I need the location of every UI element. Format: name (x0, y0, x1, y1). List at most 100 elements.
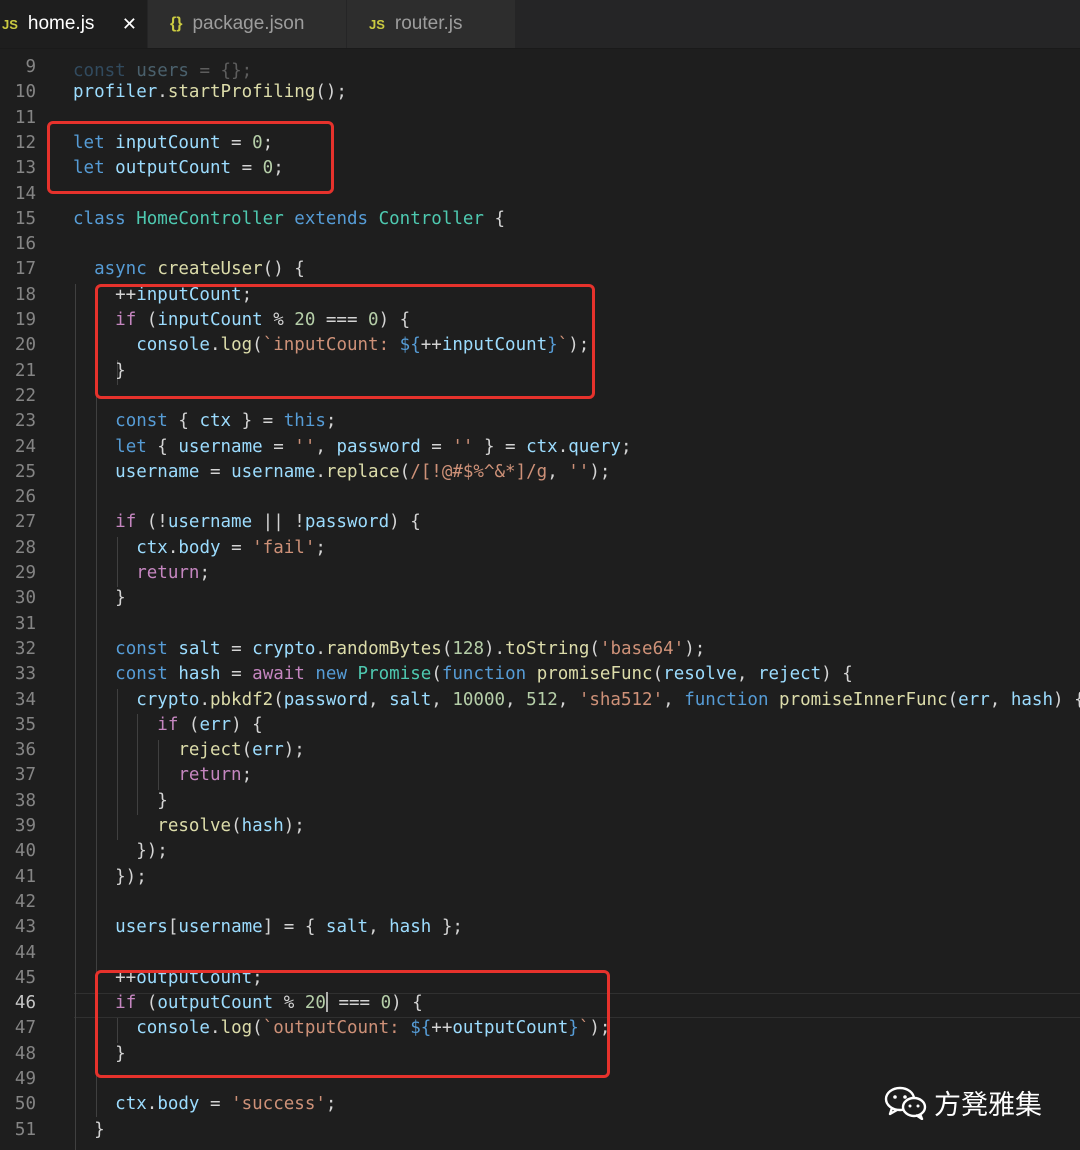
tab-package-json[interactable]: {} package.json (148, 0, 346, 48)
code-line[interactable]: 36 reject(err); (0, 738, 1080, 763)
code-line[interactable]: 17 async createUser() { (0, 257, 1080, 282)
line-code: const { ctx } = this; (115, 411, 337, 432)
code-line[interactable]: 41 }); (0, 865, 1080, 890)
line-code: }); (73, 841, 168, 862)
code-line[interactable]: 26 (0, 485, 1080, 510)
code-line[interactable]: 35 if (err) { (0, 713, 1080, 738)
code-line[interactable]: 42 (0, 890, 1080, 915)
line-number: 30 (14, 588, 36, 609)
code-line[interactable]: 24 let { username = '', password = '' } … (0, 435, 1080, 460)
line-code: reject(err); (178, 740, 305, 761)
line-code: if (err) { (157, 714, 263, 735)
line-number: 41 (14, 866, 36, 887)
line-number: 39 (14, 816, 36, 836)
line-code: ctx.body = 'success'; (115, 1094, 337, 1115)
code-line[interactable]: 23 const { ctx } = this; (0, 409, 1080, 434)
line-number: 12 (14, 132, 36, 153)
line-number: 13 (14, 158, 36, 179)
line-number: 31 (14, 613, 36, 634)
code-line[interactable]: 43 users[username] = { salt, hash }; (0, 915, 1080, 940)
line-number: 42 (14, 891, 36, 912)
line-number: 9 (25, 57, 36, 77)
line-code: const hash = await new Promise(function … (115, 664, 853, 685)
code-line[interactable]: 29 return; (0, 561, 1080, 586)
line-number: 26 (14, 487, 36, 508)
line-number: 22 (14, 385, 36, 406)
code-line[interactable]: 33 const hash = await new Promise(functi… (0, 662, 1080, 687)
tab-label: home.js (27, 13, 95, 34)
code-line[interactable]: 40 }); (0, 839, 1080, 864)
line-number: 48 (14, 1043, 36, 1064)
code-line[interactable]: 25 username = username.replace(/[!@#$%^&… (0, 460, 1080, 485)
line-code: } (73, 588, 126, 609)
json-file-icon: {} (170, 15, 183, 32)
code-line[interactable]: 37 return; (0, 763, 1080, 788)
tab-router-js[interactable]: JS router.js (347, 0, 515, 48)
code-line[interactable]: 15 class HomeController extends Controlle… (0, 207, 1080, 232)
line-number: 21 (14, 360, 36, 381)
code-line[interactable]: 44 (0, 941, 1080, 966)
line-code: return; (178, 765, 253, 786)
js-file-icon: JS (369, 16, 385, 32)
line-number: 49 (14, 1069, 36, 1089)
line-number: 37 (14, 765, 36, 786)
line-number: 38 (14, 790, 36, 811)
line-code: } (73, 790, 168, 811)
code-line[interactable]: 32 const salt = crypto.randomBytes(128).… (0, 637, 1080, 662)
line-code: class HomeController extends Controller … (73, 208, 506, 229)
line-number: 15 (14, 208, 36, 229)
tab-label: package.json (192, 13, 305, 34)
code-line[interactable]: 30 } (0, 586, 1080, 611)
code-line[interactable]: 31 (0, 612, 1080, 637)
js-file-icon: JS (2, 16, 18, 32)
line-number: 11 (14, 107, 36, 128)
line-number: 29 (14, 563, 36, 583)
line-number: 50 (14, 1094, 36, 1115)
code-line[interactable]: 10 profiler.startProfiling(); (0, 80, 1080, 105)
watermark: 方凳雅集 (884, 1083, 1042, 1122)
line-number: 24 (14, 436, 36, 457)
tab-label: router.js (394, 13, 463, 34)
line-code: users[username] = { salt, hash }; (115, 917, 463, 938)
code-line[interactable]: 34 crypto.pbkdf2(password, salt, 10000, … (0, 688, 1080, 713)
line-code: profiler.startProfiling(); (73, 82, 347, 103)
line-code: const salt = crypto.randomBytes(128).toS… (115, 638, 706, 659)
wechat-icon (884, 1086, 928, 1120)
tab-bar: JS home.js ✕ {} package.json JS router.j… (0, 0, 1080, 49)
code-line[interactable]: 9 (0, 55, 1080, 80)
line-code: resolve(hash); (157, 816, 305, 836)
code-line[interactable]: 39 resolve(hash); (0, 814, 1080, 839)
highlight-box-input-count (95, 284, 595, 399)
line-number: 51 (14, 1119, 36, 1140)
line-number: 36 (14, 740, 36, 761)
line-number: 44 (14, 942, 36, 963)
line-code: return; (136, 563, 210, 583)
close-icon[interactable]: ✕ (122, 14, 137, 35)
line-code: username = username.replace(/[!@#$%^&*]/… (115, 461, 611, 482)
highlight-box-declarations (47, 121, 334, 194)
highlight-box-output-count (95, 970, 610, 1078)
code-line[interactable]: 16 (0, 232, 1080, 257)
line-number: 45 (14, 967, 36, 988)
line-number: 47 (14, 1018, 36, 1039)
line-code: async createUser() { (94, 259, 305, 280)
code-line[interactable]: 38 } (0, 789, 1080, 814)
line-code: if (!username || !password) { (115, 512, 421, 533)
line-number: 32 (14, 638, 36, 659)
code-line[interactable]: 28 ctx.body = 'fail'; (0, 536, 1080, 561)
line-number: 19 (14, 310, 36, 330)
line-number: 40 (14, 841, 36, 862)
line-code: let { username = '', password = '' } = c… (115, 436, 632, 457)
line-number: 14 (14, 183, 36, 204)
code-line[interactable]: 27 if (!username || !password) { (0, 510, 1080, 535)
line-code: ctx.body = 'fail'; (136, 537, 326, 558)
line-number: 46 (14, 993, 36, 1014)
line-number: 20 (14, 335, 36, 356)
line-code: crypto.pbkdf2(password, salt, 10000, 512… (136, 689, 1080, 710)
line-code: } (73, 1119, 105, 1140)
line-number: 27 (14, 512, 36, 533)
line-number: 35 (14, 714, 36, 735)
line-number: 18 (14, 284, 36, 305)
code-editor[interactable]: const users = {}; 9 10 profiler.startProfi… (0, 48, 1080, 1150)
tab-home-js[interactable]: JS home.js ✕ (0, 0, 147, 48)
